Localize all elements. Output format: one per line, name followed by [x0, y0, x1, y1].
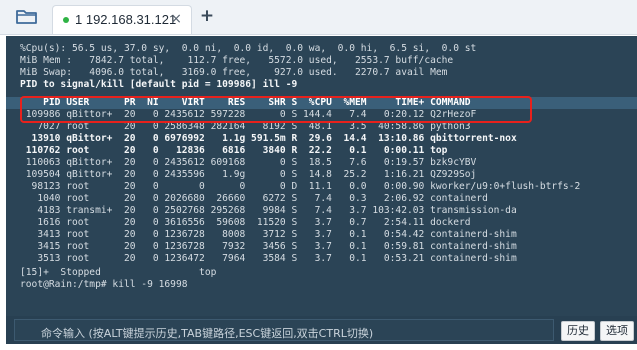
- new-tab-button[interactable]: +: [198, 6, 216, 26]
- folder-button[interactable]: [10, 6, 44, 28]
- process-row: 3513 root 20 0 1236472 7964 3584 S 3.7 0…: [20, 253, 517, 264]
- shell-prompt-line: root@Rain:/tmp# kill -9 16998: [20, 279, 188, 290]
- stopped-job-line: [15]+ Stopped top: [20, 267, 217, 278]
- cpu-summary-line: %Cpu(s): 56.5 us, 37.0 sy, 0.0 ni, 0.0 i…: [20, 43, 477, 54]
- history-button[interactable]: 历史: [561, 321, 595, 341]
- connection-status-icon: [63, 17, 69, 23]
- ssh-client-window: 1 192.168.31.121 × + %Cpu(s): 56.5 us, 3…: [0, 0, 637, 350]
- mem-summary-line: MiB Mem : 7842.7 total, 112.7 free, 5572…: [20, 55, 454, 66]
- options-button[interactable]: 选项: [600, 321, 634, 341]
- highlight-annotation: [20, 96, 532, 123]
- tab-label: 1 192.168.31.121: [75, 12, 177, 27]
- process-row: 4183 transmi+ 20 0 2502768 295268 9984 S…: [20, 205, 517, 216]
- command-input-placeholder: 命令输入 (按ALT键提示历史,TAB键路径,ESC键返回,双击CTRL切换): [41, 327, 374, 340]
- process-row: 98123 root 20 0 0 0 0 D 11.1 0.0 0:00.90…: [20, 181, 581, 192]
- process-row: 1616 root 20 0 3616556 59608 11520 S 3.7…: [20, 217, 471, 228]
- folder-icon: [16, 10, 37, 24]
- process-row: 3415 root 20 0 1236728 7932 3456 S 3.7 0…: [20, 241, 517, 252]
- kill-prompt-line: PID to signal/kill [default pid = 109986…: [20, 79, 298, 90]
- process-row: 13910 qBittor+ 20 0 6976992 1.1g 591.5m …: [20, 133, 517, 144]
- swap-summary-line: MiB Swap: 4096.0 total, 3169.0 free, 927…: [20, 67, 448, 78]
- terminal-output[interactable]: %Cpu(s): 56.5 us, 37.0 sy, 0.0 ni, 0.0 i…: [6, 36, 637, 316]
- process-row: 110762 root 20 0 12836 6816 3840 R 22.2 …: [20, 145, 448, 156]
- close-icon[interactable]: ×: [170, 11, 182, 27]
- tab-bar: 1 192.168.31.121 × +: [0, 0, 637, 35]
- process-row: 1040 root 20 0 2026680 26660 6272 S 7.4 …: [20, 193, 488, 204]
- process-row: 109504 qBittor+ 20 0 2435596 1.9g 0 S 14…: [20, 169, 477, 180]
- command-bar: 命令输入 (按ALT键提示历史,TAB键路径,ESC键返回,双击CTRL切换) …: [6, 316, 637, 344]
- process-row: 110063 qBittor+ 20 0 2435612 609168 0 S …: [20, 157, 477, 168]
- command-input[interactable]: 命令输入 (按ALT键提示历史,TAB键路径,ESC键返回,双击CTRL切换): [14, 319, 554, 341]
- process-row: 3413 root 20 0 1236728 8008 3712 S 3.7 0…: [20, 229, 517, 240]
- tab-session-1[interactable]: 1 192.168.31.121 ×: [52, 5, 192, 34]
